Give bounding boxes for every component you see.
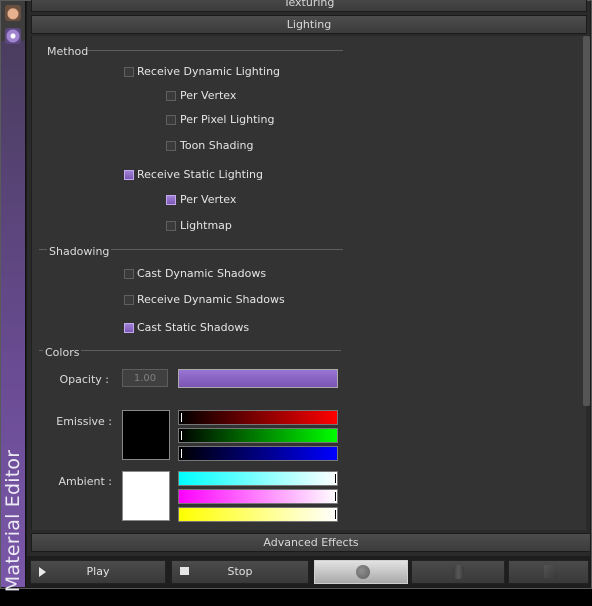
emissive-color-swatch[interactable] (122, 410, 170, 460)
ambient-color-swatch[interactable] (122, 471, 170, 521)
emissive-label: Emissive : (56, 415, 112, 428)
preview-cylinder-button[interactable] (411, 560, 505, 584)
toon-shading-checkbox[interactable] (166, 141, 176, 151)
emissive-red-slider[interactable] (178, 410, 338, 425)
colors-label: Colors (43, 346, 82, 359)
cast-static-shadows-checkbox[interactable] (124, 323, 134, 333)
emissive-red-thumb[interactable] (181, 413, 182, 422)
material-tool-icon[interactable] (5, 28, 21, 44)
opacity-label: Opacity : (59, 373, 109, 386)
receive-dynamic-lighting-label: Receive Dynamic Lighting (137, 65, 281, 78)
side-title-bar: Material Editor (1, 1, 26, 592)
receive-dynamic-lighting-checkbox[interactable] (124, 67, 134, 77)
dynamic-per-vertex-label: Per Vertex (180, 89, 237, 102)
character-icon[interactable] (5, 5, 21, 21)
cast-static-shadows-label: Cast Static Shadows (137, 321, 250, 334)
panel-scrollbar[interactable] (583, 36, 590, 406)
emissive-blue-thumb[interactable] (181, 449, 182, 458)
toon-shading-label: Toon Shading (180, 139, 254, 152)
lightmap-label: Lightmap (180, 219, 232, 232)
cylinder-icon (453, 565, 464, 579)
ambient-red-slider[interactable] (178, 471, 338, 486)
emissive-green-slider[interactable] (178, 428, 338, 443)
preview-cube-button[interactable] (508, 560, 589, 584)
lighting-panel: Method Receive Dynamic Lighting Per Vert… (31, 36, 586, 530)
preview-sphere-button[interactable] (314, 560, 408, 584)
emissive-green-thumb[interactable] (181, 431, 182, 440)
receive-static-lighting-label: Receive Static Lighting (137, 168, 263, 181)
opacity-slider[interactable] (178, 369, 338, 388)
stop-icon (180, 567, 189, 575)
receive-static-lighting-checkbox[interactable] (124, 170, 134, 180)
ambient-label: Ambient : (58, 475, 112, 488)
ambient-blue-slider[interactable] (178, 507, 338, 522)
ambient-green-thumb[interactable] (335, 492, 336, 501)
sphere-icon (356, 565, 370, 579)
emissive-blue-slider[interactable] (178, 446, 338, 461)
editor-content: Texturing Lighting Method Receive Dynami… (27, 0, 590, 556)
opacity-input[interactable]: 1.00 (122, 369, 168, 387)
static-per-vertex-label: Per Vertex (180, 193, 237, 206)
stop-button[interactable]: Stop (171, 560, 309, 584)
colors-divider (39, 350, 341, 351)
method-label: Method (47, 45, 89, 58)
per-pixel-lighting-checkbox[interactable] (166, 115, 176, 125)
lighting-section-header[interactable]: Lighting (31, 15, 587, 34)
play-button[interactable]: Play (30, 560, 166, 584)
advanced-effects-section-header[interactable]: Advanced Effects (31, 533, 591, 552)
stop-label: Stop (227, 565, 253, 578)
ambient-blue-thumb[interactable] (335, 510, 336, 519)
cast-dynamic-shadows-label: Cast Dynamic Shadows (137, 267, 267, 280)
play-label: Play (86, 565, 110, 578)
receive-dynamic-shadows-label: Receive Dynamic Shadows (137, 293, 285, 306)
dynamic-per-vertex-checkbox[interactable] (166, 91, 176, 101)
ambient-red-thumb[interactable] (335, 474, 336, 483)
play-icon (39, 567, 46, 577)
ambient-green-slider[interactable] (178, 489, 338, 504)
lightmap-checkbox[interactable] (166, 221, 176, 231)
preview-toolbar: Play Stop (27, 557, 590, 587)
static-per-vertex-checkbox[interactable] (166, 195, 176, 205)
editor-title: Material Editor (2, 449, 24, 593)
texturing-section-header[interactable]: Texturing (31, 0, 587, 12)
cube-icon (544, 565, 557, 578)
cast-dynamic-shadows-checkbox[interactable] (124, 269, 134, 279)
method-divider (87, 50, 343, 51)
receive-dynamic-shadows-checkbox[interactable] (124, 295, 134, 305)
per-pixel-lighting-label: Per Pixel Lighting (180, 113, 275, 126)
shadowing-label: Shadowing (47, 245, 112, 258)
